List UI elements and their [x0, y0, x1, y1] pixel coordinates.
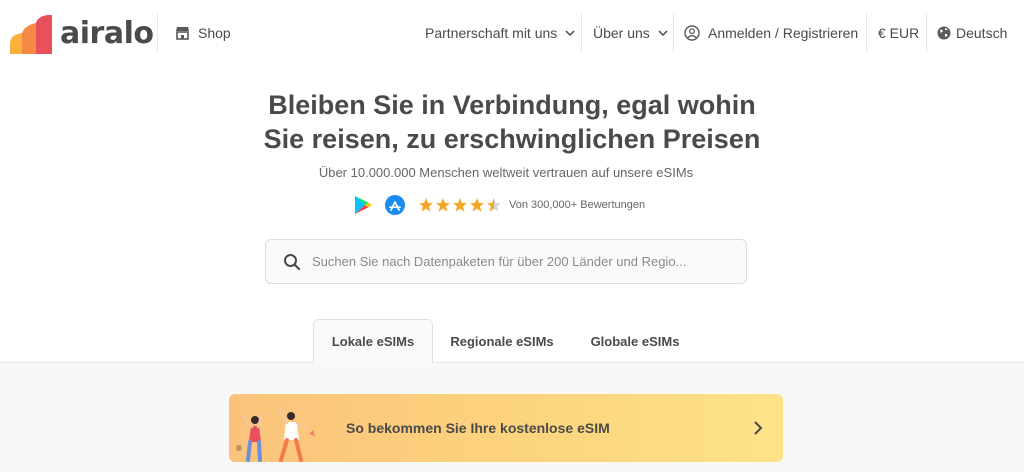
chevron-down-icon: [658, 30, 668, 36]
search-input[interactable]: [312, 254, 732, 269]
header-divider: [866, 14, 867, 52]
google-play-icon[interactable]: [352, 194, 374, 216]
star-full-icon: [453, 198, 467, 212]
currency-label: € EUR: [878, 25, 920, 41]
chevron-down-icon: [565, 30, 575, 36]
header-divider: [673, 14, 674, 52]
shop-label: Shop: [198, 25, 231, 41]
banner-text: So bekommen Sie Ihre kostenlose eSIM: [346, 420, 610, 436]
tab-global-esims[interactable]: Globale eSIMs: [575, 319, 695, 363]
hero-title-line-2: Sie reisen, zu erschwinglichen Preisen: [263, 124, 761, 154]
tab-label: Lokale eSIMs: [331, 334, 415, 349]
about-menu[interactable]: Über uns: [593, 22, 668, 44]
hero-title-line-1: Bleiben Sie in Verbindung, egal wohin: [268, 90, 756, 120]
partnership-label: Partnerschaft mit uns: [425, 25, 558, 41]
top-navigation-bar: airalo Shop Partnerschaft mit uns Über u…: [0, 0, 1024, 68]
about-label: Über uns: [593, 25, 650, 41]
tab-label: Regionale eSIMs: [450, 333, 554, 349]
star-full-icon: [436, 198, 450, 212]
header-divider: [926, 14, 927, 52]
rating-count-text: Von 300,000+ Bewertungen: [509, 199, 646, 211]
chevron-right-icon: [754, 421, 763, 435]
tab-regional-esims[interactable]: Regionale eSIMs: [439, 319, 565, 363]
star-full-icon: [470, 198, 484, 212]
celebrating-people-illustration: [236, 406, 315, 462]
search-icon: [284, 253, 301, 270]
hero-title: Bleiben Sie in Verbindung, egal wohin Si…: [0, 88, 1024, 156]
partnership-menu[interactable]: Partnerschaft mit uns: [425, 22, 575, 44]
free-esim-banner[interactable]: So bekommen Sie Ihre kostenlose eSIM: [229, 394, 783, 462]
currency-selector[interactable]: € EUR: [878, 22, 919, 44]
user-icon: [684, 25, 700, 41]
airalo-logo-mark-icon: [10, 15, 52, 54]
star-half-icon: [487, 198, 501, 212]
store-icon: [176, 27, 189, 40]
tab-local-esims[interactable]: Lokale eSIMs: [313, 319, 433, 363]
logo-wordmark: airalo: [60, 16, 154, 51]
header-divider: [157, 14, 158, 52]
login-label: Anmelden / Registrieren: [708, 25, 859, 41]
login-register-link[interactable]: Anmelden / Registrieren: [684, 22, 858, 44]
airalo-logo[interactable]: airalo: [8, 12, 154, 56]
star-full-icon: [419, 198, 433, 212]
language-selector[interactable]: Deutsch: [937, 22, 1007, 44]
shop-link[interactable]: Shop: [175, 22, 231, 44]
star-rating: [418, 197, 503, 213]
ratings-row: Von 300,000+ Bewertungen: [352, 192, 645, 218]
tab-label: Globale eSIMs: [590, 333, 680, 349]
header-divider: [581, 14, 582, 52]
app-store-icon[interactable]: [384, 194, 406, 216]
globe-icon: [937, 26, 951, 40]
language-label: Deutsch: [956, 25, 1008, 41]
search-box[interactable]: [265, 239, 747, 284]
hero-subtitle: Über 10.000.000 Menschen weltweit vertra…: [318, 165, 694, 180]
